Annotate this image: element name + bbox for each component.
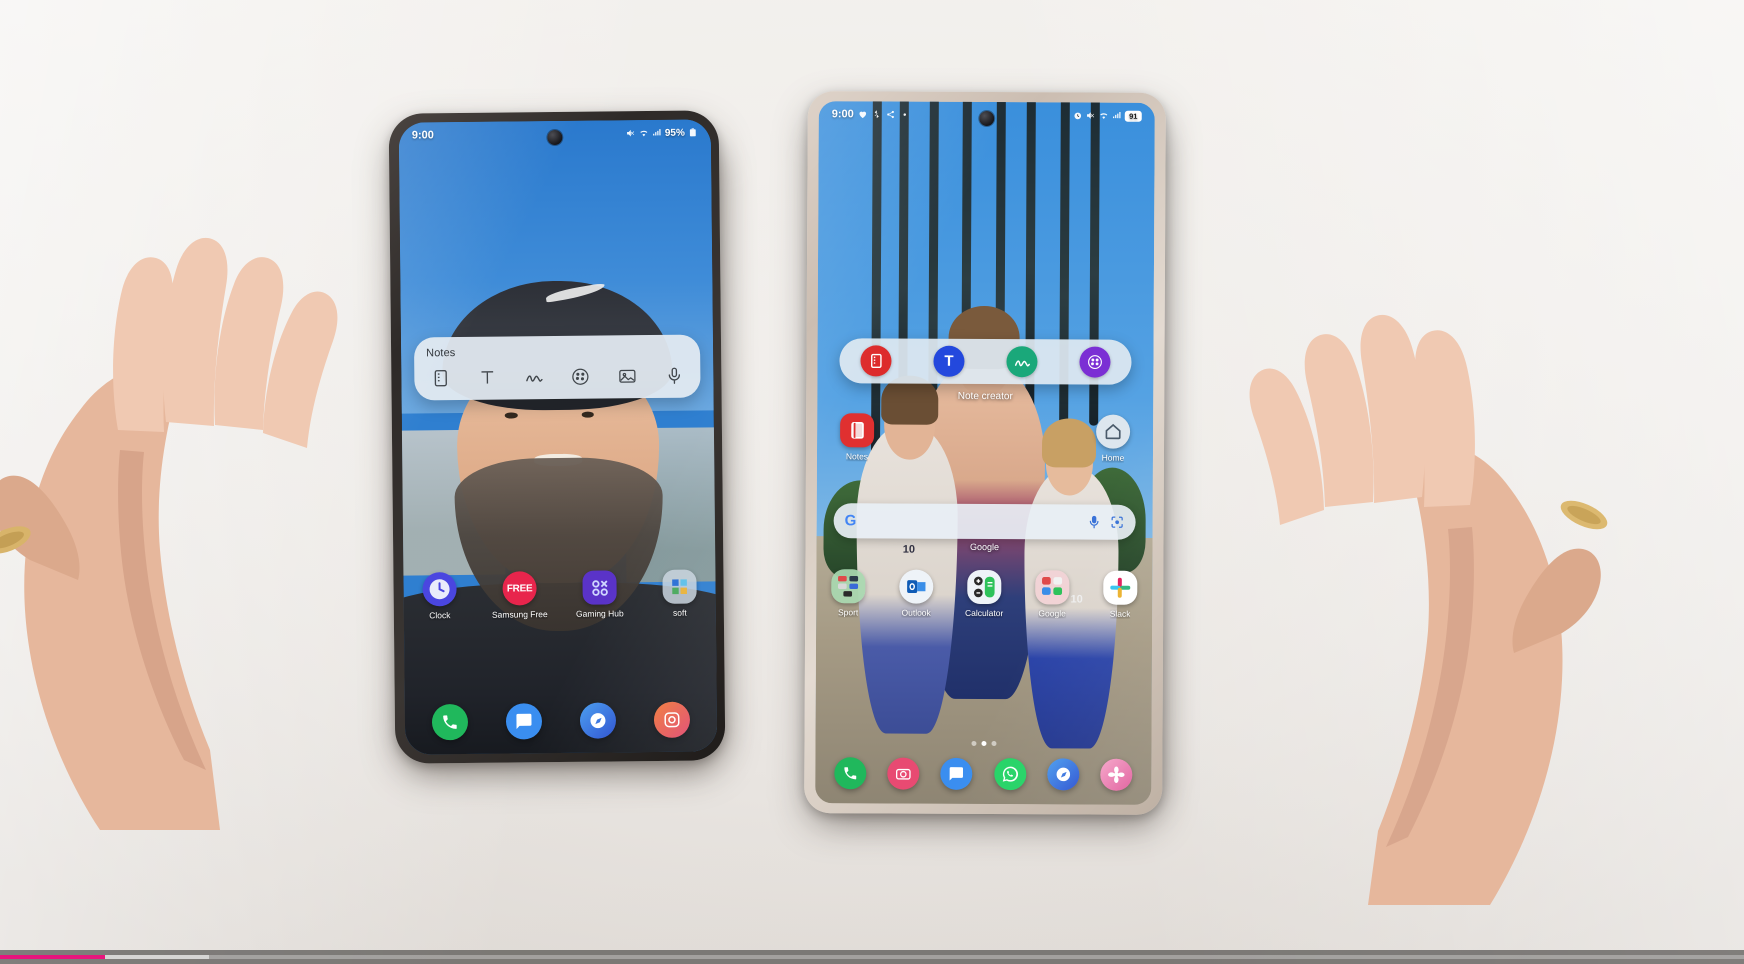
- app-slack[interactable]: Slack: [1094, 570, 1146, 619]
- progress-fill: [0, 955, 105, 959]
- samsung-internet-icon[interactable]: [579, 702, 617, 739]
- signal-icon: [1113, 111, 1121, 119]
- note-creator-label: Note creator: [957, 390, 1013, 403]
- page-dot[interactable]: [990, 741, 996, 747]
- app-calculator[interactable]: Calculator: [958, 569, 1010, 619]
- sport-folder-icon: [831, 569, 866, 604]
- gallery-icon[interactable]: [1100, 758, 1133, 791]
- right-status-time: 9:00: [831, 108, 854, 121]
- free-icon: FREE: [502, 571, 537, 606]
- app-notes[interactable]: Notes: [831, 413, 883, 461]
- microphone-icon[interactable]: [664, 366, 684, 386]
- text-t-icon[interactable]: T: [933, 345, 965, 377]
- image-icon[interactable]: [617, 366, 637, 386]
- google-folder-icon: [1035, 570, 1070, 605]
- app-microsoft-folder[interactable]: soft: [653, 569, 705, 618]
- outlook-icon: [899, 569, 934, 604]
- app-label: Calculator: [964, 607, 1004, 619]
- right-dock: [823, 757, 1143, 791]
- alarm-icon: [1074, 112, 1082, 120]
- app-label: Samsung Free: [491, 609, 548, 620]
- palette-icon[interactable]: [571, 367, 591, 387]
- app-label: Home: [1101, 452, 1125, 463]
- notes-icon: [840, 413, 875, 448]
- wifi-icon: [1100, 113, 1108, 119]
- app-home[interactable]: Home: [1087, 414, 1139, 463]
- app-sport[interactable]: Sport: [822, 569, 874, 617]
- google-g-icon: G: [844, 512, 857, 530]
- samsung-internet-icon[interactable]: [1047, 758, 1080, 791]
- handwriting-icon[interactable]: [524, 367, 544, 387]
- camera-icon[interactable]: [887, 757, 920, 790]
- text-t-icon[interactable]: [477, 368, 497, 388]
- app-label: Gaming Hub: [575, 608, 624, 619]
- signal-icon: [653, 129, 661, 136]
- right-phone-screen[interactable]: 10 10 9:00 91 T Note creator Notes Home …: [815, 101, 1155, 805]
- phone-icon[interactable]: [833, 757, 867, 790]
- palette-icon[interactable]: [1079, 346, 1111, 378]
- gaming-hub-icon: [582, 570, 617, 605]
- app-label: Notes: [845, 451, 869, 462]
- page-dot[interactable]: [970, 740, 976, 746]
- dot-icon: [903, 113, 907, 116]
- battery-icon: [689, 128, 696, 137]
- notepad-icon[interactable]: [430, 368, 450, 388]
- notepad-icon[interactable]: [860, 345, 892, 377]
- right-app-row: Sport Outlook Calculator Google Slack: [822, 569, 1146, 619]
- right-front-camera: [979, 110, 995, 127]
- google-lens-icon[interactable]: [1110, 515, 1125, 530]
- left-app-row: Clock FREE Samsung Free Gaming Hub soft: [413, 569, 705, 620]
- google-search-bar[interactable]: G: [833, 503, 1136, 540]
- left-hand: [0, 237, 338, 830]
- app-google-folder[interactable]: Google: [1026, 570, 1078, 618]
- app-outlook[interactable]: Outlook: [890, 569, 942, 618]
- clock-icon: [422, 572, 457, 607]
- calculator-icon: [967, 569, 1002, 605]
- messages-icon[interactable]: [505, 703, 543, 740]
- right-hand: [1249, 314, 1608, 905]
- video-progress-bar[interactable]: [0, 950, 1744, 964]
- app-label: soft: [672, 607, 687, 618]
- left-phone[interactable]: 9:00 95% Notes Clock FREE Samsung Free G…: [388, 110, 726, 764]
- page-dot-active[interactable]: [980, 740, 986, 747]
- app-label: Slack: [1109, 608, 1131, 619]
- app-label: Clock: [429, 610, 451, 621]
- left-battery-text: 95%: [664, 127, 685, 139]
- wifi-icon: [640, 130, 648, 137]
- bluetooth-icon: [874, 110, 879, 119]
- share-icon: [887, 110, 894, 119]
- messages-icon[interactable]: [940, 757, 973, 790]
- microphone-icon[interactable]: [1087, 515, 1102, 530]
- right-battery-text: 91: [1124, 110, 1142, 122]
- handwriting-icon[interactable]: [1006, 346, 1038, 378]
- phone-icon[interactable]: [431, 703, 469, 741]
- app-label: Sport: [837, 607, 859, 618]
- heart-icon: [859, 111, 867, 119]
- notes-widget-title: Notes: [426, 347, 456, 360]
- notes-widget[interactable]: Notes: [413, 334, 701, 401]
- gallery-icon[interactable]: [653, 701, 691, 738]
- left-phone-screen[interactable]: 9:00 95% Notes Clock FREE Samsung Free G…: [398, 119, 718, 755]
- microsoft-folder-icon: [662, 569, 697, 604]
- google-label: Google: [969, 541, 1000, 553]
- mute-icon: [1087, 112, 1095, 119]
- app-samsung-free[interactable]: FREE Samsung Free: [491, 571, 548, 620]
- left-front-camera: [547, 129, 563, 146]
- app-gaming-hub[interactable]: Gaming Hub: [573, 570, 625, 619]
- note-creator-widget[interactable]: T Note creator: [839, 338, 1132, 402]
- home-icon: [1096, 414, 1131, 449]
- progress-track[interactable]: [0, 955, 1744, 959]
- app-label: Google: [1038, 608, 1066, 619]
- right-top-app-row: Notes Home: [831, 413, 1139, 463]
- app-clock[interactable]: Clock: [413, 572, 465, 621]
- slack-icon: [1103, 570, 1138, 605]
- whatsapp-icon[interactable]: [993, 758, 1027, 791]
- right-phone[interactable]: 10 10 9:00 91 T Note creator Notes Home …: [804, 91, 1166, 815]
- left-status-time: 9:00: [411, 129, 434, 142]
- app-label: Outlook: [901, 607, 931, 618]
- left-dock: [413, 701, 709, 741]
- mute-icon: [627, 129, 635, 137]
